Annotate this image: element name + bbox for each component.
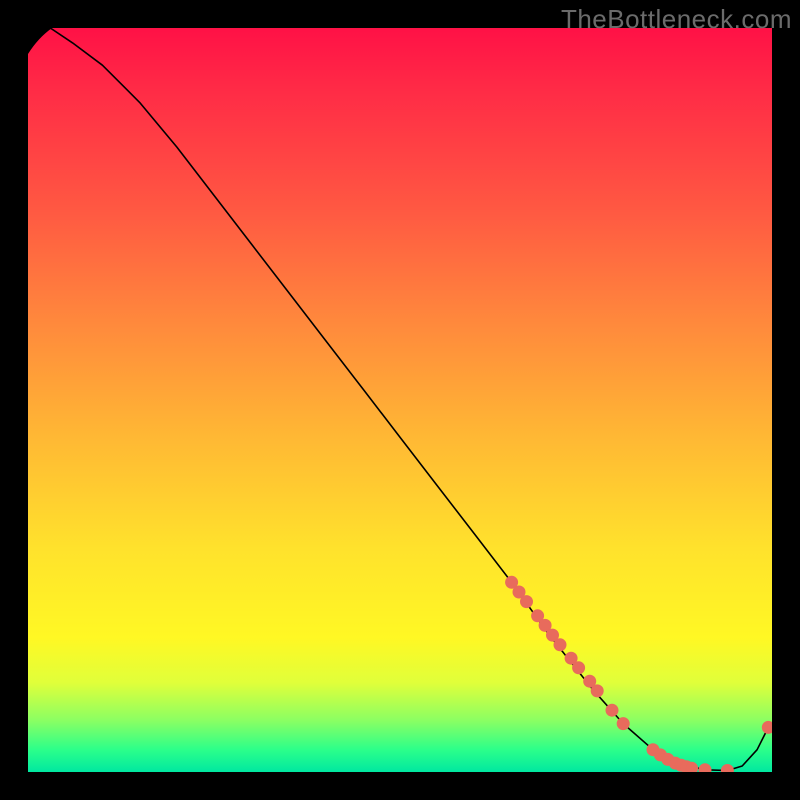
plot-area [28,28,772,772]
data-marker [617,718,629,730]
data-marker [554,639,566,651]
data-marker [686,762,698,772]
data-marker [699,764,711,772]
data-markers [506,576,772,772]
data-marker [762,721,772,733]
chart-overlay-svg [28,28,772,772]
watermark-label: TheBottleneck.com [561,4,792,35]
data-marker [591,685,603,697]
data-marker [721,765,733,773]
data-marker [573,662,585,674]
data-marker [521,596,533,608]
corner-notch [28,28,52,54]
data-marker [606,704,618,716]
chart-stage: TheBottleneck.com [0,0,800,800]
bottleneck-curve [50,28,768,771]
